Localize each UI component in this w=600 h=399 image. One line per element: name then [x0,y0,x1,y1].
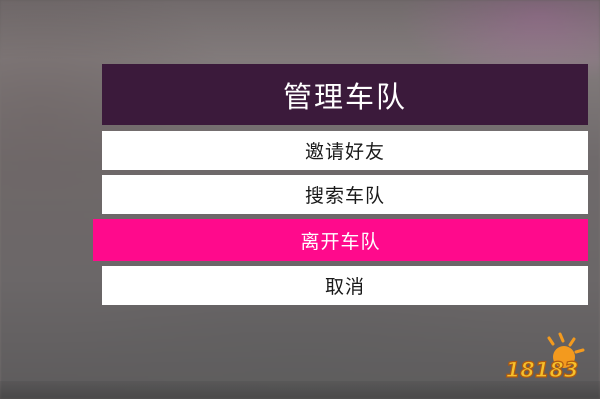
manage-convoy-menu: 管理车队 邀请好友 搜索车队 离开车队 取消 [93,64,588,305]
invite-friends-button[interactable]: 邀请好友 [102,131,588,170]
background-top-shade [0,0,600,60]
menu-title: 管理车队 [102,64,588,125]
leave-convoy-button[interactable]: 离开车队 [93,219,588,261]
watermark-text: 18183 [505,358,578,382]
site-watermark-logo: 18183 [505,332,585,383]
search-convoy-button[interactable]: 搜索车队 [102,175,588,214]
cancel-button[interactable]: 取消 [102,266,588,305]
